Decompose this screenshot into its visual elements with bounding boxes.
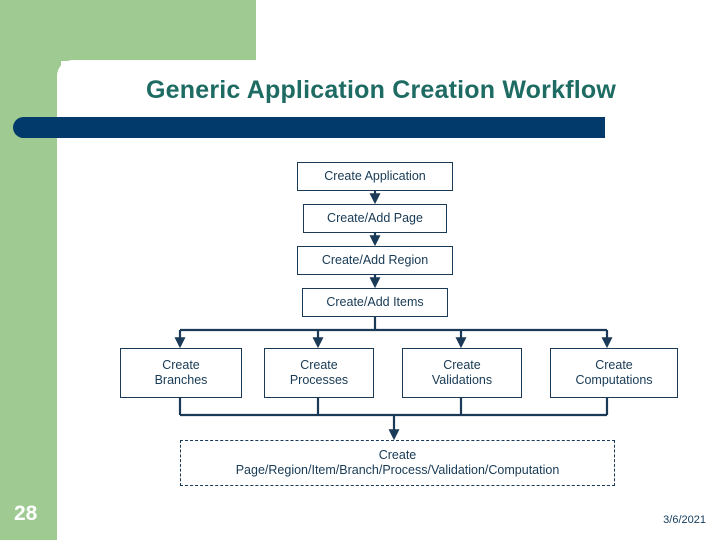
flow-node-label: Create Application bbox=[324, 169, 426, 183]
flow-node-create-add-items: Create/Add Items bbox=[302, 288, 448, 317]
flow-node-label: Create/Add Page bbox=[327, 211, 423, 225]
flow-node-create-branches: Create Branches bbox=[120, 348, 242, 398]
flow-node-create-application: Create Application bbox=[297, 162, 453, 191]
slide-date: 3/6/2021 bbox=[663, 514, 706, 526]
flow-node-label: Create Branches bbox=[154, 358, 208, 387]
flow-node-create-validations: Create Validations bbox=[402, 348, 522, 398]
flow-node-label: Create/Add Items bbox=[326, 295, 424, 309]
flow-node-label: Create Page/Region/Item/Branch/Process/Va… bbox=[235, 448, 560, 477]
flow-node-create-processes: Create Processes bbox=[264, 348, 374, 398]
flow-node-create-all: Create Page/Region/Item/Branch/Process/Va… bbox=[180, 440, 615, 486]
flow-node-create-computations: Create Computations bbox=[550, 348, 678, 398]
slide-canvas: Generic Application Creation Workflow Cr… bbox=[0, 0, 720, 540]
page-number: 28 bbox=[14, 502, 38, 525]
flow-node-create-add-page: Create/Add Page bbox=[303, 204, 447, 233]
flow-node-create-add-region: Create/Add Region bbox=[297, 246, 453, 275]
flow-node-label: Create Processes bbox=[289, 358, 349, 387]
flow-node-label: Create/Add Region bbox=[321, 253, 429, 267]
flow-node-label: Create Validations bbox=[431, 358, 493, 387]
flowchart: Create Application Create/Add Page Create/… bbox=[0, 0, 720, 540]
flow-node-label: Create Computations bbox=[575, 358, 653, 387]
